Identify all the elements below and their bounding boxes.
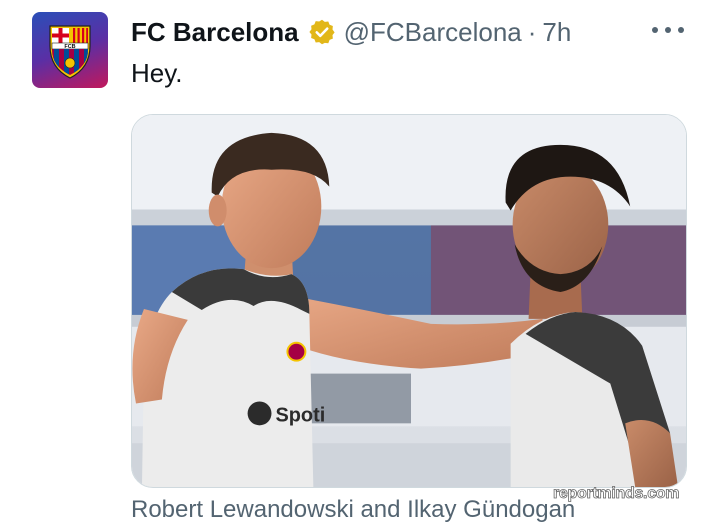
tweet-header: FC Barcelona @FCBarcelona · 7h bbox=[131, 14, 706, 50]
media-caption: Robert Lewandowski and Ilkay Gündogan bbox=[131, 496, 576, 523]
author-handle[interactable]: @FCBarcelona bbox=[344, 17, 522, 48]
tweet-text: Hey. bbox=[131, 58, 183, 88]
watermark: reportminds.com bbox=[553, 485, 680, 503]
players-photo: Spoti bbox=[132, 115, 686, 487]
more-dot bbox=[652, 27, 658, 33]
fc-barcelona-crest-icon: FCB bbox=[49, 25, 91, 79]
svg-text:Spoti: Spoti bbox=[275, 404, 325, 426]
author-name[interactable]: FC Barcelona bbox=[131, 17, 299, 48]
timestamp[interactable]: 7h bbox=[542, 17, 571, 48]
more-dot bbox=[665, 27, 671, 33]
more-dot bbox=[678, 27, 684, 33]
separator-dot: · bbox=[527, 16, 537, 47]
avatar[interactable]: FCB bbox=[32, 12, 108, 88]
tweet-media-photo[interactable]: Spoti bbox=[131, 114, 687, 488]
verified-badge-icon[interactable] bbox=[308, 18, 336, 46]
more-horizontal-icon[interactable] bbox=[652, 16, 684, 44]
